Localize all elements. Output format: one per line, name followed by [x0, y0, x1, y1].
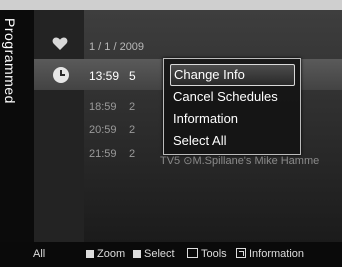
footer-zoom[interactable]: Zoom	[86, 248, 125, 260]
menu-item-cancel-schedules[interactable]: Cancel Schedules	[170, 87, 293, 107]
schedule-row[interactable]: 13:59 5	[89, 69, 159, 83]
footer-tools-label: Tools	[201, 248, 227, 260]
footer-select-label: Select	[144, 248, 175, 260]
square-icon	[86, 250, 94, 258]
footer-zoom-label: Zoom	[97, 248, 126, 260]
footer-tools[interactable]: Tools	[187, 248, 227, 260]
row-program-title: TV5 ⊙M.Spillane's Mike Hamme	[160, 155, 320, 167]
schedule-row[interactable]: 21:59 2	[89, 148, 159, 160]
square-icon	[133, 250, 141, 258]
schedule-manager-screen: Programmed 1 / 1 / 2009 13:59 5 18:59 2 20…	[0, 0, 342, 267]
footer-select[interactable]: Select	[133, 248, 175, 260]
schedule-date: 1 / 1 / 2009	[89, 41, 145, 53]
row-channel: 2	[129, 148, 136, 160]
clock-icon	[53, 67, 69, 83]
heart-icon	[52, 37, 68, 50]
tools-context-menu: Change Info Cancel Schedules Information…	[163, 58, 301, 155]
row-time: 21:59	[89, 148, 117, 160]
row-channel: 5	[129, 69, 136, 83]
footer-bar: All Zoom Select Tools Information	[0, 242, 342, 267]
schedule-row[interactable]: 20:59 2	[89, 124, 159, 136]
row-channel: 2	[129, 124, 136, 136]
info-icon	[236, 248, 246, 258]
footer-information-label: Information	[249, 248, 305, 260]
menu-item-change-info[interactable]: Change Info	[170, 64, 295, 86]
menu-item-information[interactable]: Information	[170, 109, 293, 129]
footer-information[interactable]: Information	[236, 248, 304, 260]
footer-mode[interactable]: All	[33, 248, 45, 260]
menu-item-select-all[interactable]: Select All	[170, 131, 293, 151]
tools-icon	[187, 248, 198, 258]
row-channel: 2	[129, 101, 136, 113]
programmed-tab[interactable]: Programmed	[0, 10, 34, 242]
row-time: 20:59	[89, 124, 117, 136]
row-time: 18:59	[89, 101, 117, 113]
schedule-row[interactable]: 18:59 2	[89, 101, 159, 113]
programmed-tab-label: Programmed	[2, 18, 18, 104]
row-time: 13:59	[89, 69, 120, 83]
